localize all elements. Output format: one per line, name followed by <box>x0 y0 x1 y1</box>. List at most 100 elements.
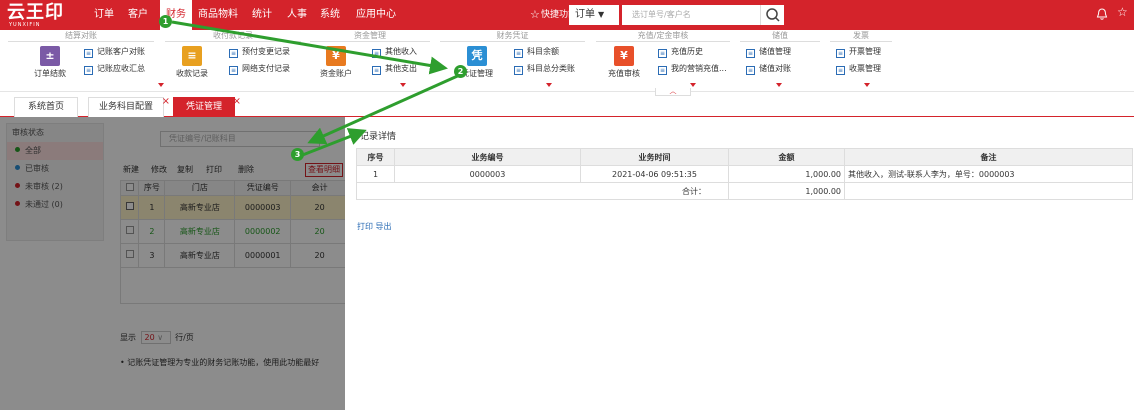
issue-invoice-label: 开票管理 <box>849 47 881 56</box>
bell-icon[interactable] <box>1095 7 1111 23</box>
col-biz-no: 业务编号 <box>394 148 581 166</box>
detail-seq: 1 <box>356 165 395 183</box>
nav-hr[interactable]: 人事 <box>287 0 307 30</box>
recharge-history-button[interactable]: ≡ 充值历史 <box>658 45 703 59</box>
group-payments: 收付款记录 <box>165 31 301 42</box>
nav-app-center[interactable]: 应用中心 <box>356 0 396 30</box>
detail-amount: 1,000.00 <box>728 165 845 183</box>
details-total-row: 合计： 1,000.00 <box>356 182 1133 200</box>
col-amount: 金额 <box>728 148 845 166</box>
export-link[interactable]: 导出 <box>376 222 392 231</box>
list-icon: ≡ <box>84 66 93 75</box>
marketing-recharge-button[interactable]: ≡ 我的营销充值... <box>658 62 727 76</box>
modal-overlay[interactable] <box>0 117 345 410</box>
group-funds: 资金管理 <box>310 31 430 42</box>
record-details-table: 序号 业务编号 业务时间 金额 备注 1 0000003 2021-04-06 … <box>356 148 1133 200</box>
details-header-row: 序号 业务编号 业务时间 金额 备注 <box>356 148 1133 166</box>
nav-customers[interactable]: 客户 <box>128 0 148 30</box>
other-expense-button[interactable]: ≡ 其他支出 <box>372 62 417 76</box>
list-icon: ≡ <box>746 49 755 58</box>
stored-value-mgmt-label: 储值管理 <box>759 47 791 56</box>
expand-stored-icon[interactable] <box>776 83 782 87</box>
logo-subtext: YUNXIFIN <box>9 22 41 28</box>
marketing-recharge-label: 我的营销充值... <box>671 64 727 73</box>
group-settlement: 结算对账 <box>8 31 154 42</box>
expand-settlement-icon[interactable] <box>158 83 164 87</box>
close-icon[interactable]: × <box>162 92 170 111</box>
tab-bar: 系统首页 业务科目配置 × 凭证管理 × <box>0 93 1134 117</box>
total-remark-cell <box>844 182 1133 200</box>
account-balance-label: 科目余额 <box>527 47 559 56</box>
tab-subject-config[interactable]: 业务科目配置 × <box>88 96 170 117</box>
list-icon: ≡ <box>836 49 845 58</box>
search-button[interactable] <box>760 5 784 25</box>
list-icon: ≡ <box>514 66 523 75</box>
expand-ledger-icon[interactable] <box>546 83 552 87</box>
global-search-input[interactable]: 选订单号/客户名 <box>622 5 760 25</box>
list-icon: ≡ <box>372 49 381 58</box>
prepay-change-label: 预付变更记录 <box>242 47 290 56</box>
nav-statistics[interactable]: 统计 <box>252 0 272 30</box>
app-logo[interactable]: 云王印 YUNXIFIN <box>5 2 71 28</box>
chevron-down-icon: ▼ <box>598 10 605 19</box>
general-ledger-label: 科目总分类账 <box>527 64 575 73</box>
receipt-records-button[interactable]: ≡ 收款记录 <box>170 44 214 90</box>
receive-invoice-button[interactable]: ≡ 收票管理 <box>836 62 881 76</box>
favorite-icon[interactable]: ☆ <box>1117 5 1133 21</box>
dialog-actions: 打印 导出 <box>357 221 392 232</box>
list-icon: ≡ <box>746 66 755 75</box>
expand-other-icon[interactable] <box>400 83 406 87</box>
function-ribbon: 结算对账 收付款记录 资金管理 财务凭证 充值/定金审核 储值 发票 ± 订单结… <box>0 30 1134 96</box>
issue-invoice-button[interactable]: ≡ 开票管理 <box>836 45 881 59</box>
col-biz-time: 业务时间 <box>580 148 729 166</box>
dialog-title: 记录详情 <box>360 132 397 142</box>
nav-orders[interactable]: 订单 <box>94 0 114 30</box>
list-icon: ≡ <box>229 66 238 75</box>
group-invoice: 发票 <box>830 31 892 42</box>
total-amount: 1,000.00 <box>728 182 845 200</box>
list-icon: ≡ <box>658 49 667 58</box>
receipt-icon: ≡ <box>182 46 202 66</box>
stored-value-reconcile-label: 储值对账 <box>759 64 791 73</box>
tab-voucher-management[interactable]: 凭证管理 × <box>173 96 241 117</box>
receivable-summary-button[interactable]: ≡ 记账应收汇总 <box>84 62 145 76</box>
tab-home[interactable]: 系统首页 <box>14 97 78 117</box>
stored-value-reconcile-button[interactable]: ≡ 储值对账 <box>746 62 791 76</box>
close-icon[interactable]: × <box>233 92 241 111</box>
other-income-button[interactable]: ≡ 其他收入 <box>372 45 417 59</box>
online-payment-label: 网络支付记录 <box>242 64 290 73</box>
stored-value-mgmt-button[interactable]: ≡ 储值管理 <box>746 45 791 59</box>
prepay-change-button[interactable]: ≡ 预付变更记录 <box>229 45 290 59</box>
details-row[interactable]: 1 0000003 2021-04-06 09:51:35 1,000.00 其… <box>356 165 1133 183</box>
customer-reconcile-label: 记账客户对账 <box>97 47 145 56</box>
nav-products[interactable]: 商品物料 <box>198 0 238 30</box>
group-vouchers: 财务凭证 <box>440 31 585 42</box>
group-recharge-audit: 充值/定金审核 <box>596 31 730 42</box>
search-type-select[interactable]: 订单 ▼ <box>569 5 619 25</box>
recharge-audit-button[interactable]: ¥ 充值审核 <box>602 44 646 90</box>
search-type-label: 订单 <box>575 9 595 20</box>
logo-text: 云王印 <box>7 2 64 23</box>
account-balance-button[interactable]: ≡ 科目余额 <box>514 45 559 59</box>
general-ledger-button[interactable]: ≡ 科目总分类账 <box>514 62 575 76</box>
list-icon: ≡ <box>84 49 93 58</box>
recharge-icon: ¥ <box>614 46 634 66</box>
search-icon <box>766 8 780 22</box>
order-settlement-button[interactable]: ± 订单结款 <box>28 44 72 90</box>
nav-system[interactable]: 系统 <box>320 0 340 30</box>
step-badge-2: 2 <box>454 65 467 78</box>
step-badge-3: 3 <box>291 148 304 161</box>
other-expense-label: 其他支出 <box>385 64 417 73</box>
calculator-icon: ± <box>40 46 60 66</box>
receipt-records-label: 收款记录 <box>176 69 208 78</box>
expand-invoice-icon[interactable] <box>864 83 870 87</box>
list-icon: ≡ <box>658 66 667 75</box>
print-link[interactable]: 打印 <box>357 222 373 231</box>
fund-accounts-button[interactable]: ¥ 资金账户 <box>314 44 358 90</box>
list-icon: ≡ <box>514 49 523 58</box>
tab-home-label: 系统首页 <box>27 102 64 112</box>
expand-recharge-icon[interactable] <box>690 83 696 87</box>
customer-reconcile-button[interactable]: ≡ 记账客户对账 <box>84 45 145 59</box>
tab-subject-config-label: 业务科目配置 <box>98 102 153 112</box>
online-payment-button[interactable]: ≡ 网络支付记录 <box>229 62 290 76</box>
